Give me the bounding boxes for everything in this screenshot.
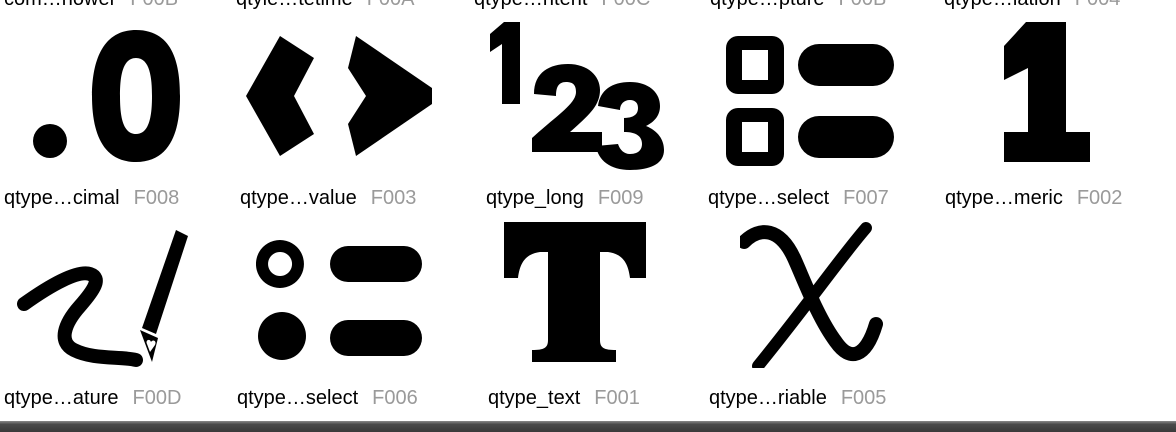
glyph-label: qtype…ptureF00B <box>710 0 886 10</box>
angle-brackets-icon[interactable] <box>246 36 436 156</box>
top-row-labels: com…nowerF00B qtyle…tetimeF00A qtype…nte… <box>0 0 1176 10</box>
glyph-label: qtype…meric F002 <box>945 187 1123 209</box>
chi-variable-icon[interactable] <box>740 218 888 368</box>
single-select-radio-icon[interactable] <box>256 240 426 370</box>
glyph-label: qtype…cimal F008 <box>4 187 180 209</box>
glyph-label: qtype…select F006 <box>237 387 418 409</box>
decimal-icon[interactable] <box>30 30 180 170</box>
glyph-label: com…nowerF00B <box>4 0 178 10</box>
glyph-label: qtype…ature F00D <box>4 387 182 409</box>
numeric-one-icon[interactable] <box>1000 22 1096 164</box>
signature-pen-icon[interactable] <box>16 226 196 376</box>
glyph-label: qtype…iationF004 <box>944 0 1120 10</box>
text-t-icon[interactable] <box>504 222 646 364</box>
glyph-label: qtype…riable F005 <box>709 387 887 409</box>
glyph-label: qtype_long F009 <box>486 187 644 209</box>
glyph-label: qtype…select F007 <box>708 187 889 209</box>
glyph-label: qtyle…tetimeF00A <box>236 0 415 10</box>
window-bottom-edge <box>0 421 1176 432</box>
glyph-label: qtype…ntentF00C <box>474 0 650 10</box>
glyph-label: qtype_text F001 <box>488 387 640 409</box>
numbers-123-icon[interactable] <box>468 20 668 170</box>
glyph-label: qtype…value F003 <box>240 187 417 209</box>
multi-select-checkbox-icon[interactable] <box>726 36 896 166</box>
